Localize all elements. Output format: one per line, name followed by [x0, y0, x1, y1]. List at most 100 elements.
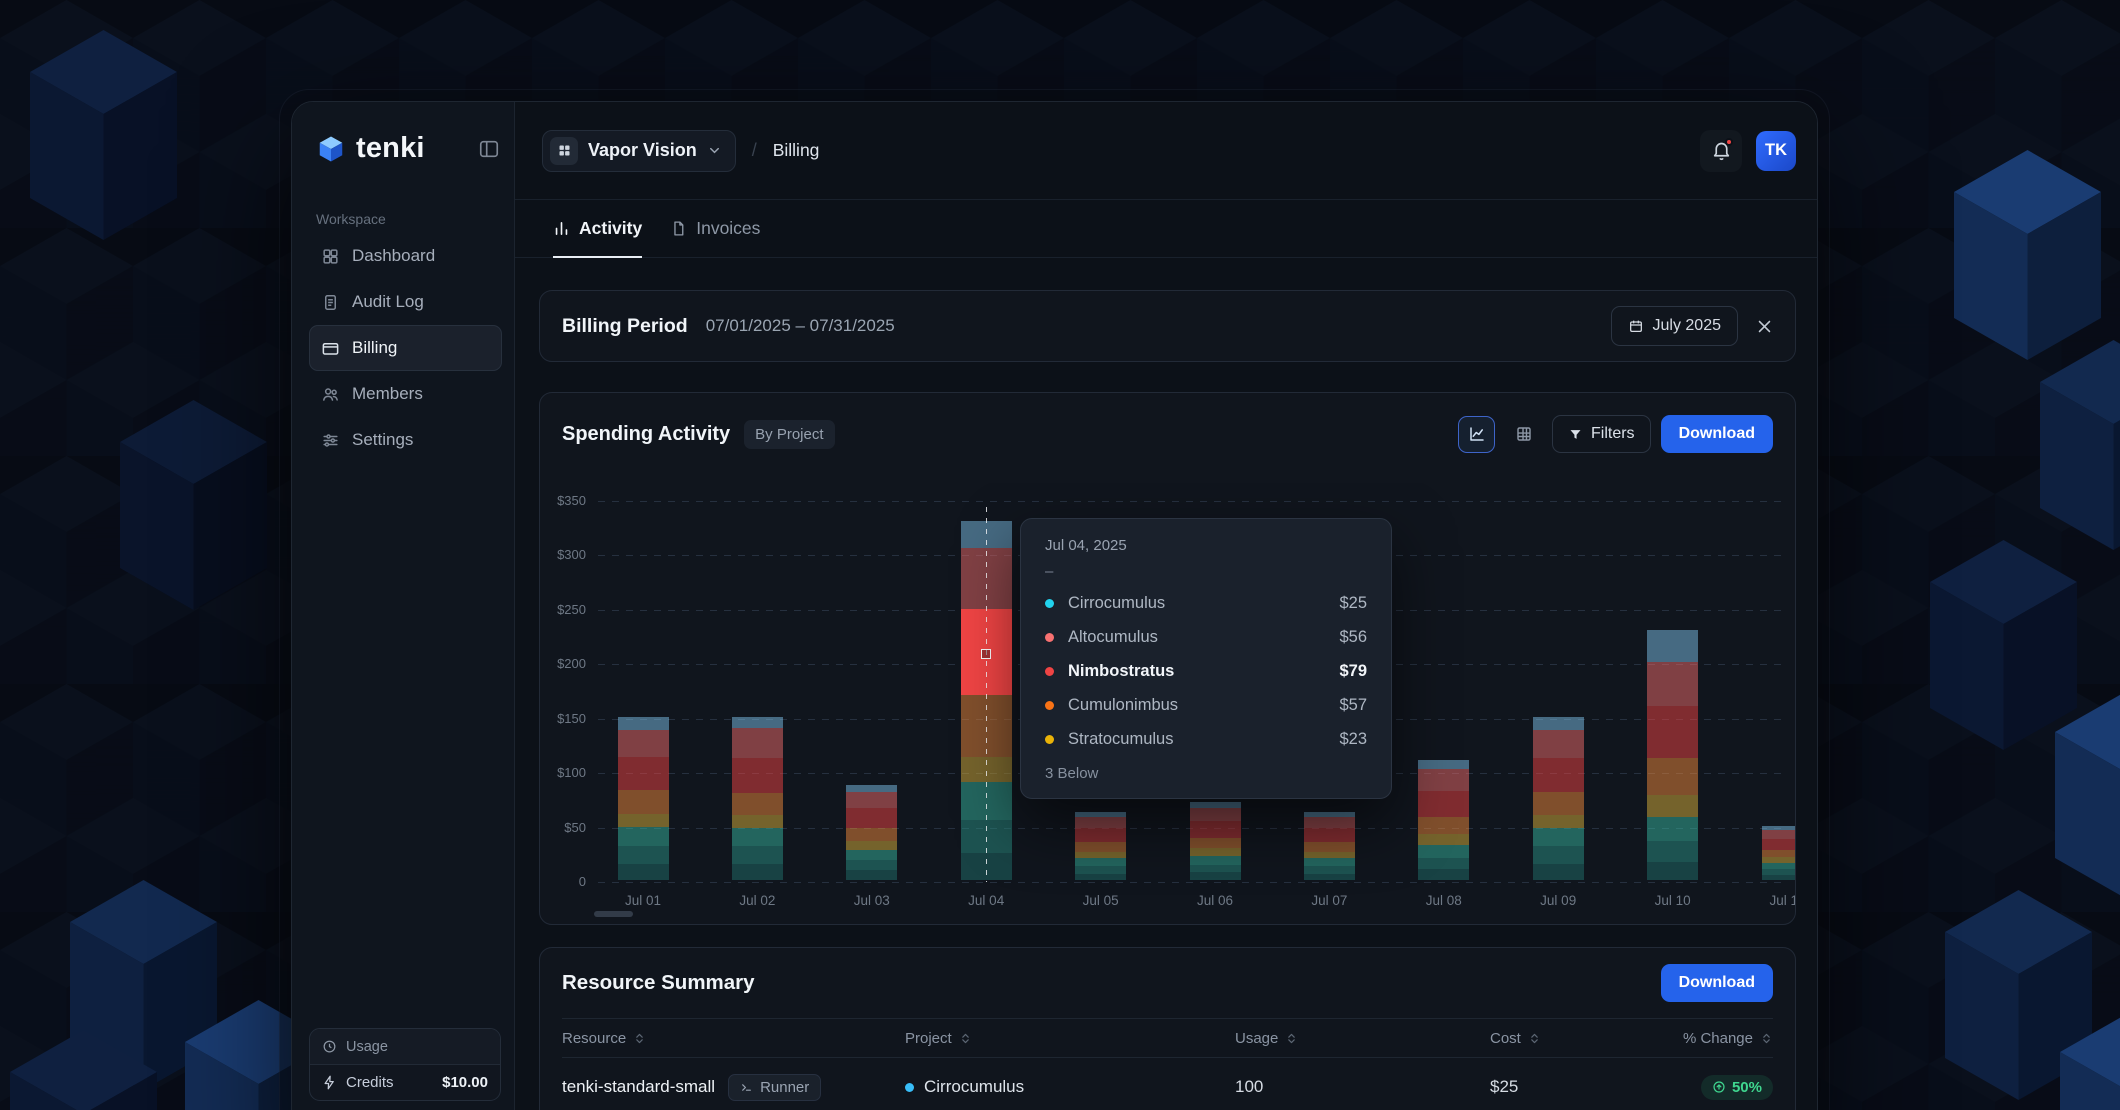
bar-segment[interactable] — [846, 785, 897, 792]
bar-segment[interactable] — [1304, 858, 1355, 866]
bar-segment[interactable] — [846, 808, 897, 828]
bar-segment[interactable] — [732, 846, 783, 863]
bar-segment[interactable] — [1075, 866, 1126, 874]
month-chip[interactable]: July 2025 — [1611, 306, 1739, 346]
bar-segment[interactable] — [1762, 826, 1796, 830]
column-header-cost[interactable]: Cost — [1490, 1030, 1670, 1047]
bar-segment[interactable] — [1190, 865, 1241, 873]
bar-segment[interactable] — [618, 814, 669, 827]
bar-segment[interactable] — [1647, 817, 1698, 841]
bar-segment[interactable] — [1190, 802, 1241, 809]
bar-segment[interactable] — [1762, 857, 1796, 862]
notifications-button[interactable] — [1700, 130, 1742, 172]
bar-segment[interactable] — [1190, 838, 1241, 849]
bar-segment[interactable] — [1304, 812, 1355, 817]
bar-segment[interactable] — [1190, 821, 1241, 837]
bar-segment[interactable] — [1418, 769, 1469, 791]
bar-segment[interactable] — [1304, 852, 1355, 859]
sidebar-collapse-icon[interactable] — [478, 138, 500, 160]
bar-segment[interactable] — [1647, 841, 1698, 862]
bar-segment[interactable] — [1190, 848, 1241, 856]
bar-segment[interactable] — [846, 828, 897, 841]
bar-segment[interactable] — [732, 728, 783, 759]
workspace-switcher[interactable]: Vapor Vision — [542, 130, 736, 172]
bar-segment[interactable] — [1533, 792, 1584, 815]
bar-segment[interactable] — [618, 827, 669, 847]
column-header-resource[interactable]: Resource — [562, 1030, 905, 1047]
bar-segment[interactable] — [618, 717, 669, 730]
column-header-project[interactable]: Project — [905, 1030, 1235, 1047]
bar-segment[interactable] — [846, 850, 897, 861]
bar-segment[interactable] — [1533, 846, 1584, 863]
table-view-button[interactable] — [1505, 416, 1542, 453]
bar-segment[interactable] — [1762, 863, 1796, 870]
bar-segment[interactable] — [1418, 817, 1469, 834]
bar-segment[interactable] — [732, 815, 783, 828]
bar-segment[interactable] — [1075, 858, 1126, 866]
close-icon[interactable] — [1756, 318, 1773, 335]
bar-segment[interactable] — [1533, 864, 1584, 880]
bar-segment[interactable] — [846, 841, 897, 850]
bar-segment[interactable] — [1647, 758, 1698, 795]
bar-segment[interactable] — [1304, 828, 1355, 842]
bar-segment[interactable] — [1190, 808, 1241, 821]
bar-segment[interactable] — [1075, 812, 1126, 817]
bar-segment[interactable] — [1418, 869, 1469, 880]
bar-segment[interactable] — [1647, 706, 1698, 758]
bar-segment[interactable] — [618, 846, 669, 863]
bar-segment[interactable] — [1304, 842, 1355, 852]
bar-segment[interactable] — [846, 792, 897, 808]
bar-segment[interactable] — [1418, 760, 1469, 769]
bar-segment[interactable] — [1533, 828, 1584, 847]
bar-segment[interactable] — [1647, 862, 1698, 881]
bar-segment[interactable] — [732, 864, 783, 880]
filters-button[interactable]: Filters — [1552, 415, 1651, 453]
avatar[interactable]: TK — [1756, 131, 1796, 171]
tab-activity[interactable]: Activity — [553, 200, 642, 257]
bar-segment[interactable] — [618, 730, 669, 757]
bar-segment[interactable] — [1418, 858, 1469, 869]
bar-segment[interactable] — [1304, 866, 1355, 874]
bar-segment[interactable] — [1075, 828, 1126, 842]
credits-row[interactable]: Credits $10.00 — [310, 1064, 500, 1100]
bar-segment[interactable] — [1075, 852, 1126, 859]
bar-segment[interactable] — [1190, 872, 1241, 880]
bar-segment[interactable] — [618, 757, 669, 790]
spending-chart[interactable]: $350$300$250$200$150$100$500Jul 01Jul 02… — [540, 483, 1795, 924]
bar-segment[interactable] — [1762, 839, 1796, 850]
bar-segment[interactable] — [1762, 875, 1796, 880]
bar-segment[interactable] — [1762, 869, 1796, 874]
sidebar-item-dashboard[interactable]: Dashboard — [309, 233, 502, 279]
sidebar-item-settings[interactable]: Settings — [309, 417, 502, 463]
column-header--change[interactable]: % Change — [1670, 1030, 1773, 1047]
bar-segment[interactable] — [1418, 845, 1469, 858]
bar-segment[interactable] — [1304, 817, 1355, 828]
bar-segment[interactable] — [732, 717, 783, 728]
bar-segment[interactable] — [1075, 817, 1126, 828]
bar-segment[interactable] — [1762, 830, 1796, 839]
sidebar-item-billing[interactable]: Billing — [309, 325, 502, 371]
bar-segment[interactable] — [1075, 874, 1126, 881]
bar-segment[interactable] — [618, 790, 669, 814]
column-header-usage[interactable]: Usage — [1235, 1030, 1490, 1047]
bar-segment[interactable] — [1533, 717, 1584, 730]
bar-segment[interactable] — [1762, 850, 1796, 858]
bar-segment[interactable] — [732, 758, 783, 793]
bar-segment[interactable] — [1533, 758, 1584, 792]
bar-segment[interactable] — [1647, 630, 1698, 663]
chart-scrollbar-thumb[interactable] — [594, 911, 633, 917]
bar-segment[interactable] — [1647, 795, 1698, 817]
table-row[interactable]: tenki-standard-smallRunnerCirrocumulus10… — [562, 1058, 1773, 1110]
bar-segment[interactable] — [732, 793, 783, 815]
bar-segment[interactable] — [1647, 662, 1698, 706]
bar-segment[interactable] — [618, 864, 669, 880]
chart-view-button[interactable] — [1458, 416, 1495, 453]
bar-segment[interactable] — [846, 870, 897, 880]
download-button[interactable]: Download — [1661, 415, 1773, 453]
bar-segment[interactable] — [1533, 730, 1584, 758]
bar-segment[interactable] — [1533, 815, 1584, 828]
download-button-resource[interactable]: Download — [1661, 964, 1773, 1002]
bar-segment[interactable] — [846, 860, 897, 870]
sidebar-item-audit-log[interactable]: Audit Log — [309, 279, 502, 325]
tab-invoices[interactable]: Invoices — [670, 200, 760, 257]
